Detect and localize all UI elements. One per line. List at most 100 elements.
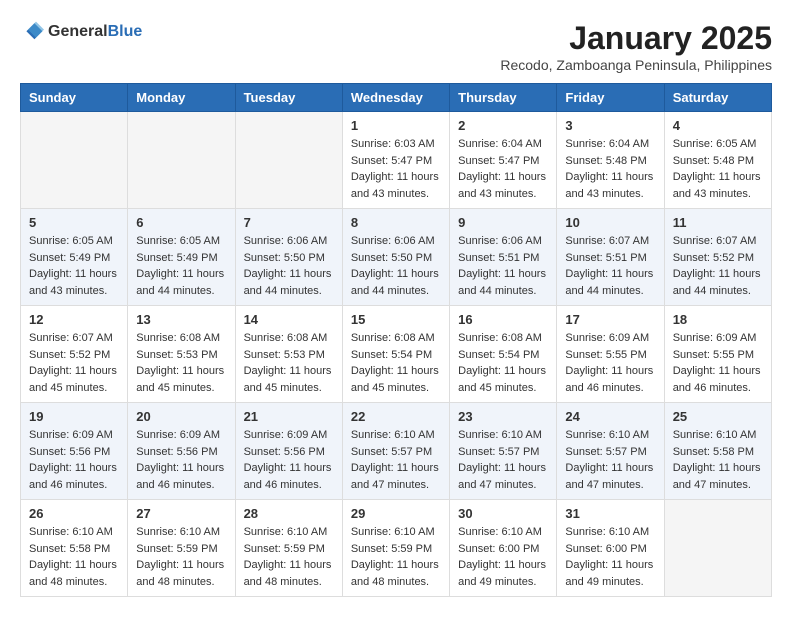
calendar-body: 1 Sunrise: 6:03 AMSunset: 5:47 PMDaylight…	[21, 112, 772, 597]
day-info: Sunrise: 6:10 AMSunset: 5:57 PMDaylight:…	[565, 427, 655, 493]
calendar-cell: 23Sunrise: 6:10 AMSunset: 5:57 PMDayligh…	[450, 403, 557, 500]
calendar-cell: 18 Sunrise: 6:09 AMSunset: 5:55 PMDayligh…	[664, 306, 771, 403]
day-number: 28	[244, 506, 334, 521]
logo-icon	[20, 20, 44, 44]
page-header: GeneralBlue January 2025 Recodo, Zamboan…	[20, 20, 772, 73]
calendar-cell: 8 Sunrise: 6:06 AMSunset: 5:50 PMDaylight…	[342, 209, 449, 306]
day-number: 10	[565, 215, 655, 230]
calendar-table: SundayMondayTuesdayWednesdayThursdayFrid…	[20, 83, 772, 597]
calendar-cell: 21Sunrise: 6:09 AMSunset: 5:56 PMDayligh…	[235, 403, 342, 500]
calendar-week-row: 5 Sunrise: 6:05 AMSunset: 5:49 PMDaylight…	[21, 209, 772, 306]
day-info: Sunrise: 6:10 AMSunset: 5:58 PMDaylight:…	[29, 524, 119, 590]
day-info: Sunrise: 6:05 AMSunset: 5:49 PMDaylight:…	[136, 233, 226, 299]
calendar-header-sunday: Sunday	[21, 84, 128, 112]
calendar-cell: 14 Sunrise: 6:08 AMSunset: 5:53 PMDayligh…	[235, 306, 342, 403]
calendar-cell	[128, 112, 235, 209]
day-info: Sunrise: 6:06 AMSunset: 5:51 PMDaylight:…	[458, 233, 548, 299]
calendar-cell	[235, 112, 342, 209]
day-info: Sunrise: 6:10 AMSunset: 5:57 PMDaylight:…	[458, 427, 548, 493]
day-info: Sunrise: 6:05 AMSunset: 5:49 PMDaylight:…	[29, 233, 119, 299]
day-info: Sunrise: 6:04 AMSunset: 5:48 PMDaylight:…	[565, 136, 655, 202]
day-number: 2	[458, 118, 548, 133]
calendar-cell: 31Sunrise: 6:10 AMSunset: 6:00 PMDayligh…	[557, 500, 664, 597]
calendar-cell: 25Sunrise: 6:10 AMSunset: 5:58 PMDayligh…	[664, 403, 771, 500]
day-info: Sunrise: 6:06 AMSunset: 5:50 PMDaylight:…	[351, 233, 441, 299]
day-info: Sunrise: 6:10 AMSunset: 5:59 PMDaylight:…	[136, 524, 226, 590]
day-number: 3	[565, 118, 655, 133]
calendar-header-friday: Friday	[557, 84, 664, 112]
day-number: 27	[136, 506, 226, 521]
calendar-cell: 12Sunrise: 6:07 AMSunset: 5:52 PMDayligh…	[21, 306, 128, 403]
day-info: Sunrise: 6:10 AMSunset: 5:59 PMDaylight:…	[244, 524, 334, 590]
day-number: 9	[458, 215, 548, 230]
day-number: 1	[351, 118, 441, 133]
day-number: 15	[351, 312, 441, 327]
calendar-header-row: SundayMondayTuesdayWednesdayThursdayFrid…	[21, 84, 772, 112]
calendar-week-row: 1 Sunrise: 6:03 AMSunset: 5:47 PMDaylight…	[21, 112, 772, 209]
calendar-cell	[21, 112, 128, 209]
calendar-header-monday: Monday	[128, 84, 235, 112]
calendar-cell: 6 Sunrise: 6:05 AMSunset: 5:49 PMDaylight…	[128, 209, 235, 306]
day-number: 19	[29, 409, 119, 424]
day-number: 11	[673, 215, 763, 230]
day-info: Sunrise: 6:07 AMSunset: 5:52 PMDaylight:…	[29, 330, 119, 396]
day-number: 7	[244, 215, 334, 230]
calendar-cell: 19 Sunrise: 6:09 AMSunset: 5:56 PMDayligh…	[21, 403, 128, 500]
calendar-cell: 28 Sunrise: 6:10 AMSunset: 5:59 PMDayligh…	[235, 500, 342, 597]
calendar-header-tuesday: Tuesday	[235, 84, 342, 112]
calendar-cell: 13 Sunrise: 6:08 AMSunset: 5:53 PMDayligh…	[128, 306, 235, 403]
logo: GeneralBlue	[20, 20, 142, 44]
calendar-cell: 4 Sunrise: 6:05 AMSunset: 5:48 PMDaylight…	[664, 112, 771, 209]
day-info: Sunrise: 6:03 AMSunset: 5:47 PMDaylight:…	[351, 136, 441, 202]
day-number: 13	[136, 312, 226, 327]
day-info: Sunrise: 6:06 AMSunset: 5:50 PMDaylight:…	[244, 233, 334, 299]
day-info: Sunrise: 6:09 AMSunset: 5:56 PMDaylight:…	[29, 427, 119, 493]
day-info: Sunrise: 6:04 AMSunset: 5:47 PMDaylight:…	[458, 136, 548, 202]
calendar-cell: 29 Sunrise: 6:10 AMSunset: 5:59 PMDayligh…	[342, 500, 449, 597]
calendar-cell: 16Sunrise: 6:08 AMSunset: 5:54 PMDayligh…	[450, 306, 557, 403]
calendar-header-saturday: Saturday	[664, 84, 771, 112]
day-info: Sunrise: 6:08 AMSunset: 5:53 PMDaylight:…	[244, 330, 334, 396]
day-info: Sunrise: 6:07 AMSunset: 5:52 PMDaylight:…	[673, 233, 763, 299]
calendar-week-row: 19 Sunrise: 6:09 AMSunset: 5:56 PMDayligh…	[21, 403, 772, 500]
day-number: 26	[29, 506, 119, 521]
title-area: January 2025 Recodo, Zamboanga Peninsula…	[500, 20, 772, 73]
calendar-cell: 30 Sunrise: 6:10 AMSunset: 6:00 PMDayligh…	[450, 500, 557, 597]
day-info: Sunrise: 6:09 AMSunset: 5:55 PMDaylight:…	[673, 330, 763, 396]
day-info: Sunrise: 6:09 AMSunset: 5:56 PMDaylight:…	[244, 427, 334, 493]
day-info: Sunrise: 6:08 AMSunset: 5:54 PMDaylight:…	[458, 330, 548, 396]
calendar-cell: 27 Sunrise: 6:10 AMSunset: 5:59 PMDayligh…	[128, 500, 235, 597]
day-info: Sunrise: 6:10 AMSunset: 5:57 PMDaylight:…	[351, 427, 441, 493]
calendar-header-wednesday: Wednesday	[342, 84, 449, 112]
calendar-cell: 10 Sunrise: 6:07 AMSunset: 5:51 PMDayligh…	[557, 209, 664, 306]
day-number: 8	[351, 215, 441, 230]
calendar-cell: 26 Sunrise: 6:10 AMSunset: 5:58 PMDayligh…	[21, 500, 128, 597]
day-number: 4	[673, 118, 763, 133]
day-number: 5	[29, 215, 119, 230]
day-number: 29	[351, 506, 441, 521]
day-info: Sunrise: 6:10 AMSunset: 6:00 PMDaylight:…	[565, 524, 655, 590]
calendar-cell	[664, 500, 771, 597]
day-number: 22	[351, 409, 441, 424]
page-subtitle: Recodo, Zamboanga Peninsula, Philippines	[500, 57, 772, 73]
calendar-cell: 3 Sunrise: 6:04 AMSunset: 5:48 PMDaylight…	[557, 112, 664, 209]
calendar-week-row: 12Sunrise: 6:07 AMSunset: 5:52 PMDayligh…	[21, 306, 772, 403]
day-number: 30	[458, 506, 548, 521]
calendar-cell: 20Sunrise: 6:09 AMSunset: 5:56 PMDayligh…	[128, 403, 235, 500]
calendar-cell: 17Sunrise: 6:09 AMSunset: 5:55 PMDayligh…	[557, 306, 664, 403]
calendar-header-thursday: Thursday	[450, 84, 557, 112]
day-info: Sunrise: 6:08 AMSunset: 5:53 PMDaylight:…	[136, 330, 226, 396]
logo-general: General	[48, 23, 108, 40]
day-info: Sunrise: 6:09 AMSunset: 5:56 PMDaylight:…	[136, 427, 226, 493]
day-info: Sunrise: 6:10 AMSunset: 5:58 PMDaylight:…	[673, 427, 763, 493]
day-info: Sunrise: 6:10 AMSunset: 5:59 PMDaylight:…	[351, 524, 441, 590]
day-number: 6	[136, 215, 226, 230]
logo-blue: Blue	[108, 23, 143, 40]
day-info: Sunrise: 6:05 AMSunset: 5:48 PMDaylight:…	[673, 136, 763, 202]
calendar-cell: 5 Sunrise: 6:05 AMSunset: 5:49 PMDaylight…	[21, 209, 128, 306]
day-info: Sunrise: 6:07 AMSunset: 5:51 PMDaylight:…	[565, 233, 655, 299]
day-number: 14	[244, 312, 334, 327]
day-info: Sunrise: 6:10 AMSunset: 6:00 PMDaylight:…	[458, 524, 548, 590]
calendar-cell: 2 Sunrise: 6:04 AMSunset: 5:47 PMDaylight…	[450, 112, 557, 209]
day-number: 18	[673, 312, 763, 327]
